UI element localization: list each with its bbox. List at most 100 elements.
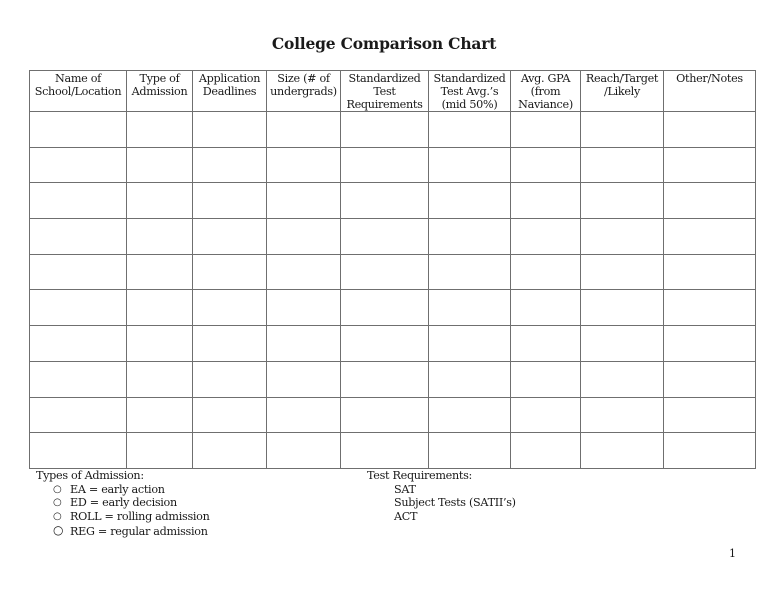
table-cell[interactable] — [580, 253, 664, 291]
table-cell[interactable] — [29, 146, 127, 184]
column-header-line: Admission — [131, 85, 188, 98]
table-cell[interactable] — [29, 218, 127, 255]
table-cell[interactable] — [428, 146, 511, 184]
table-cell[interactable] — [510, 253, 581, 291]
table-cell[interactable] — [340, 218, 429, 255]
admission-type-item: ○ REG = regular admission — [36, 523, 210, 539]
table-cell[interactable] — [510, 182, 581, 220]
table-cell[interactable] — [580, 182, 664, 220]
table-cell[interactable] — [663, 253, 756, 291]
table-cell[interactable] — [580, 396, 664, 434]
table-cell[interactable] — [663, 396, 756, 434]
table-cell[interactable] — [29, 360, 127, 398]
table-cell[interactable] — [510, 146, 581, 184]
table-cell[interactable] — [192, 182, 267, 220]
table-cell[interactable] — [428, 182, 511, 220]
table-cell[interactable] — [192, 396, 267, 434]
table-cell[interactable] — [29, 289, 127, 327]
table-cell[interactable] — [663, 325, 756, 362]
table-cell[interactable] — [510, 111, 581, 148]
table-cell[interactable] — [663, 146, 756, 184]
table-cell[interactable] — [580, 111, 664, 148]
table-cell[interactable] — [340, 253, 429, 291]
table-row — [29, 111, 756, 148]
table-cell[interactable] — [192, 360, 267, 398]
table-cell[interactable] — [340, 396, 429, 434]
table-cell[interactable] — [266, 182, 341, 220]
table-cell[interactable] — [663, 289, 756, 327]
table-cell[interactable] — [428, 396, 511, 434]
table-cell[interactable] — [340, 111, 429, 148]
table-cell[interactable] — [192, 111, 267, 148]
table-cell[interactable] — [266, 218, 341, 255]
table-cell[interactable] — [126, 111, 193, 148]
table-cell[interactable] — [663, 182, 756, 220]
table-cell[interactable] — [126, 289, 193, 327]
table-cell[interactable] — [192, 218, 267, 255]
table-cell[interactable] — [126, 218, 193, 255]
table-cell[interactable] — [192, 146, 267, 184]
table-cell[interactable] — [428, 111, 511, 148]
table-cell[interactable] — [510, 325, 581, 362]
table-cell[interactable] — [428, 253, 511, 291]
table-cell[interactable] — [29, 253, 127, 291]
table-cell[interactable] — [663, 432, 756, 469]
table-cell[interactable] — [126, 432, 193, 469]
table-cell[interactable] — [266, 146, 341, 184]
table-cell[interactable] — [580, 218, 664, 255]
table-cell[interactable] — [266, 432, 341, 469]
table-cell[interactable] — [340, 146, 429, 184]
table-cell[interactable] — [510, 218, 581, 255]
table-cell[interactable] — [126, 396, 193, 434]
table-cell[interactable] — [428, 289, 511, 327]
page-number: 1 — [729, 547, 736, 560]
table-cell[interactable] — [126, 146, 193, 184]
table-cell[interactable] — [126, 360, 193, 398]
table-cell[interactable] — [340, 182, 429, 220]
table-cell[interactable] — [29, 111, 127, 148]
table-cell[interactable] — [29, 325, 127, 362]
table-cell[interactable] — [266, 289, 341, 327]
table-cell[interactable] — [580, 360, 664, 398]
table-cell[interactable] — [126, 253, 193, 291]
table-cell[interactable] — [29, 396, 127, 434]
table-cell[interactable] — [428, 218, 511, 255]
table-cell[interactable] — [510, 432, 581, 469]
table-cell[interactable] — [663, 360, 756, 398]
table-cell[interactable] — [580, 146, 664, 184]
table-cell[interactable] — [340, 360, 429, 398]
table-cell[interactable] — [340, 289, 429, 327]
table-cell[interactable] — [126, 325, 193, 362]
table-cell[interactable] — [192, 253, 267, 291]
table-cell[interactable] — [192, 325, 267, 362]
table-cell[interactable] — [266, 325, 341, 362]
table-cell[interactable] — [428, 360, 511, 398]
table-cell[interactable] — [510, 289, 581, 327]
table-cell[interactable] — [428, 325, 511, 362]
table-cell[interactable] — [580, 289, 664, 327]
table-cell[interactable] — [340, 325, 429, 362]
column-header-line: Size (# of — [277, 72, 330, 85]
table-cell[interactable] — [580, 325, 664, 362]
column-header-line: Other/Notes — [676, 72, 743, 85]
table-cell[interactable] — [663, 218, 756, 255]
table-cell[interactable] — [126, 182, 193, 220]
table-cell[interactable] — [192, 289, 267, 327]
table-cell[interactable] — [266, 253, 341, 291]
table-cell[interactable] — [663, 111, 756, 148]
column-header-line: /Likely — [604, 85, 640, 98]
table-cell[interactable] — [29, 182, 127, 220]
table-cell[interactable] — [510, 360, 581, 398]
table-cell[interactable] — [266, 396, 341, 434]
table-cell[interactable] — [266, 111, 341, 148]
table-cell[interactable] — [340, 432, 429, 469]
table-cell[interactable] — [580, 432, 664, 469]
column-header: Avg. GPA (from Naviance) — [510, 70, 581, 112]
table-row — [29, 289, 756, 327]
table-cell[interactable] — [192, 432, 267, 469]
table-cell[interactable] — [266, 360, 341, 398]
test-requirement-item: ACT — [394, 509, 418, 523]
table-cell[interactable] — [510, 396, 581, 434]
table-cell[interactable] — [29, 432, 127, 469]
table-cell[interactable] — [428, 432, 511, 469]
